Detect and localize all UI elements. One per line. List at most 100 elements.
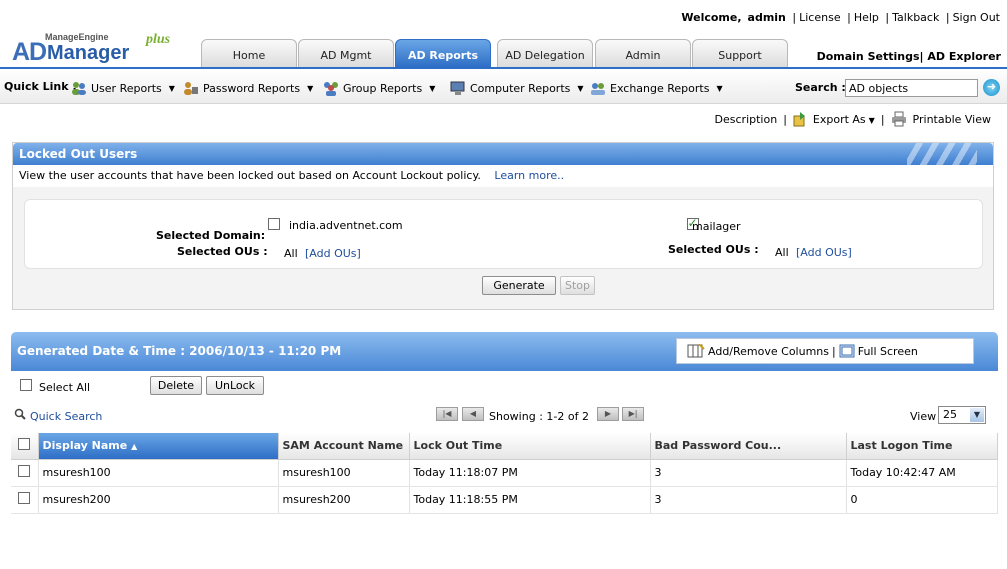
chevron-down-icon: ▼ [168, 83, 175, 93]
cell-bad-password-count: 3 [650, 459, 847, 487]
columns-icon [687, 344, 705, 358]
quick-link-password-reports[interactable]: Password Reports ▼ [183, 80, 313, 96]
add-ous-link[interactable]: [Add OUs] [305, 247, 361, 260]
separator: | [832, 344, 836, 358]
logo-ad: AD [12, 38, 47, 66]
export-icon [793, 112, 805, 127]
tab-admin[interactable]: Admin [595, 39, 691, 67]
cell-last-logon-time: Today 10:42:47 AM [846, 459, 998, 487]
report-actions: Description | Export As ▼ | Printable Vie… [715, 111, 991, 127]
domain-links: Domain Settings| AD Explorer [816, 50, 1001, 63]
domain-checkbox-india[interactable] [268, 218, 280, 230]
talkback-link[interactable]: Talkback [889, 11, 942, 24]
cell-sam-account-name: msuresh200 [278, 486, 410, 514]
export-as-dropdown[interactable]: Export As ▼ [813, 113, 875, 126]
help-link[interactable]: Help [851, 11, 882, 24]
view-label: View [910, 410, 937, 423]
full-screen-link[interactable]: Full Screen [858, 345, 918, 358]
domain-settings-link[interactable]: Domain Settings [817, 50, 920, 63]
first-page-icon[interactable]: |◀ [436, 407, 458, 421]
domain-selection: india.adventnet.com Selected Domain: Sel… [24, 199, 983, 269]
selected-domain-label: Selected Domain: [156, 229, 266, 242]
tab-ad-mgmt[interactable]: AD Mgmt [298, 39, 394, 67]
top-links: Welcome, admin | License | Help | Talkback |… [678, 11, 1003, 24]
tab-support[interactable]: Support [692, 39, 788, 67]
add-ous-link[interactable]: [Add OUs] [796, 246, 852, 259]
row-select-cell [11, 486, 39, 514]
table-row[interactable]: msuresh100 msuresh100 Today 11:18:07 PM … [11, 459, 998, 487]
cell-lock-out-time: Today 11:18:55 PM [409, 486, 651, 514]
quick-search-link[interactable]: Quick Search [30, 410, 102, 423]
sort-ascending-icon: ▲ [131, 442, 138, 452]
pagination-status: Showing : 1-2 of 2 [489, 410, 589, 423]
column-last-logon-time[interactable]: Last Logon Time [846, 433, 998, 460]
separator: | [880, 112, 885, 126]
tab-ad-reports[interactable]: AD Reports [395, 39, 491, 67]
exchange-icon [591, 83, 605, 95]
column-lock-out-time[interactable]: Lock Out Time [409, 433, 651, 460]
table-row[interactable]: msuresh200 msuresh200 Today 11:18:55 PM … [11, 486, 998, 514]
previous-page-icon[interactable]: ◀ [462, 407, 484, 421]
full-screen-icon [839, 344, 855, 358]
description-link[interactable]: Description [715, 113, 778, 126]
tab-ad-delegation[interactable]: AD Delegation [497, 39, 593, 67]
sign-out-link[interactable]: Sign Out [950, 11, 1003, 24]
chevron-down-icon: ▼ [307, 83, 314, 93]
selected-ous-value: All [284, 247, 298, 260]
chevron-down-icon: ▼ [970, 408, 984, 422]
delete-button[interactable]: Delete [150, 376, 202, 395]
select-all-checkbox[interactable] [20, 379, 32, 391]
report-description: View the user accounts that have been lo… [13, 165, 993, 187]
users-icon [72, 82, 86, 95]
chevron-down-icon: ▼ [577, 83, 584, 93]
printable-view-link[interactable]: Printable View [913, 113, 991, 126]
search-go-icon[interactable]: ➜ [983, 79, 1000, 96]
locked-users-table: Display Name ▲ SAM Account Name Lock Out… [11, 433, 998, 514]
cell-display-name: msuresh100 [38, 459, 279, 487]
view-count-select[interactable]: 25 ▼ [938, 406, 986, 424]
domain-name-india: india.adventnet.com [289, 219, 403, 232]
stop-button[interactable]: Stop [560, 276, 595, 295]
selected-ous-label: Selected OUs : [668, 243, 759, 256]
quick-link-exchange-reports[interactable]: Exchange Reports ▼ [590, 80, 723, 96]
chevron-down-icon: ▼ [716, 83, 723, 93]
last-page-icon[interactable]: ▶| [622, 407, 644, 421]
add-remove-columns-link[interactable]: Add/Remove Columns [708, 345, 829, 358]
learn-more-link[interactable]: Learn more.. [494, 169, 564, 182]
column-bad-password-count[interactable]: Bad Password Cou... [650, 433, 847, 460]
logo-suffix: plus [146, 32, 171, 47]
row-checkbox[interactable] [18, 492, 30, 504]
tab-home[interactable]: Home [201, 39, 297, 67]
search-icon [14, 408, 26, 420]
report-title: Locked Out Users [13, 143, 993, 165]
password-icon [184, 82, 198, 95]
selected-ous-label: Selected OUs : [177, 245, 268, 258]
chevron-down-icon: ▼ [868, 115, 875, 125]
quick-link-group-reports[interactable]: Group Reports ▼ [323, 80, 435, 96]
search-input[interactable] [845, 79, 978, 97]
cell-sam-account-name: msuresh100 [278, 459, 410, 487]
cell-last-logon-time: 0 [846, 486, 998, 514]
logo-vendor: ManageEngine [45, 32, 109, 42]
header-checkbox[interactable] [18, 438, 30, 451]
unlock-button[interactable]: UnLock [206, 376, 264, 395]
header-stripes [907, 143, 977, 165]
quick-link-user-reports[interactable]: User Reports ▼ [71, 80, 175, 96]
row-checkbox[interactable] [18, 465, 30, 477]
chevron-down-icon: ▼ [429, 83, 436, 93]
report-panel: Locked Out Users View the user accounts … [12, 142, 994, 310]
selected-ous-value: All [775, 246, 789, 259]
quick-link-computer-reports[interactable]: Computer Reports ▼ [450, 80, 584, 96]
license-link[interactable]: License [796, 11, 843, 24]
column-sam-account-name[interactable]: SAM Account Name [278, 433, 410, 460]
logo-product: Manager [47, 42, 130, 64]
ad-explorer-link[interactable]: AD Explorer [927, 50, 1001, 63]
column-display-name[interactable]: Display Name ▲ [38, 433, 279, 460]
computer-icon [450, 81, 465, 95]
domain-name-mailager: mailager [692, 220, 741, 233]
welcome-text: Welcome, [681, 11, 742, 24]
generate-button[interactable]: Generate [482, 276, 556, 295]
next-page-icon[interactable]: ▶ [597, 407, 619, 421]
column-tools: Add/Remove Columns | Full Screen [676, 338, 974, 364]
search-label: Search : [795, 81, 846, 94]
